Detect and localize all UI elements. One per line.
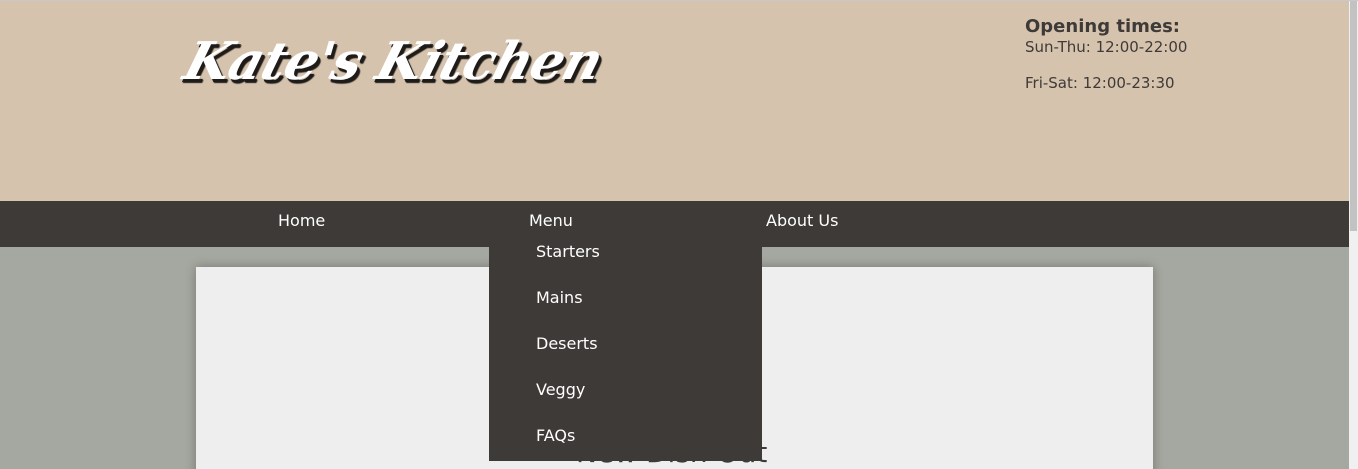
- dropdown-item-mains[interactable]: Mains: [536, 288, 583, 307]
- opening-times: Opening times: Sun-Thu: 12:00-22:00 Fri-…: [1025, 16, 1187, 110]
- menu-dropdown: Starters Mains Deserts Veggy FAQs: [489, 242, 762, 461]
- dropdown-item-starters[interactable]: Starters: [536, 242, 600, 261]
- dropdown-item-deserts[interactable]: Deserts: [536, 334, 598, 353]
- dropdown-item-veggy[interactable]: Veggy: [536, 380, 585, 399]
- vertical-scrollbar[interactable]: [1349, 1, 1358, 469]
- dropdown-item-faqs[interactable]: FAQs: [536, 426, 575, 445]
- nav-item-menu[interactable]: Menu: [529, 201, 573, 247]
- opening-times-title: Opening times:: [1025, 16, 1180, 37]
- page: Kate's Kitchen Opening times: Sun-Thu: 1…: [0, 0, 1358, 469]
- scrollbar-thumb[interactable]: [1350, 1, 1357, 231]
- nav-item-about-us[interactable]: About Us: [766, 201, 838, 247]
- opening-times-weekend: Fri-Sat: 12:00-23:30: [1025, 74, 1175, 92]
- site-header: Kate's Kitchen Opening times: Sun-Thu: 1…: [0, 1, 1349, 201]
- nav-item-home[interactable]: Home: [278, 201, 325, 247]
- opening-times-weekday: Sun-Thu: 12:00-22:00: [1025, 38, 1188, 56]
- main-navigation: Home Menu About Us: [0, 201, 1349, 247]
- site-logo[interactable]: Kate's Kitchen: [177, 31, 609, 92]
